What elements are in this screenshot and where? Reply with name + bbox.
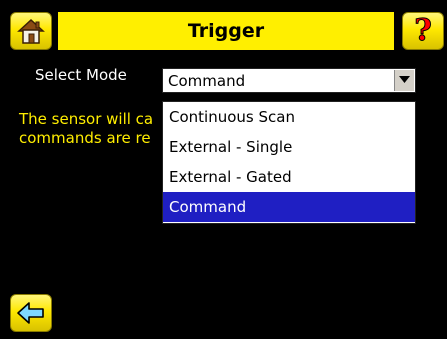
dropdown-option-external-single[interactable]: External - Single [163, 132, 415, 162]
mode-description-line: The sensor will ca [19, 110, 154, 128]
dropdown-option-continuous-scan[interactable]: Continuous Scan [163, 102, 415, 132]
mode-select-arrow[interactable] [394, 70, 414, 91]
back-button[interactable] [10, 294, 52, 332]
dropdown-option-external-gated[interactable]: External - Gated [163, 162, 415, 192]
page-title: Trigger [187, 20, 265, 42]
title-bar: Trigger ? [10, 12, 444, 50]
help-icon: ? [414, 13, 433, 48]
back-arrow-icon [17, 302, 44, 324]
title-band: Trigger [58, 12, 394, 50]
home-icon [17, 18, 45, 44]
mode-description: The sensor will ca commands are re [19, 110, 153, 148]
chevron-down-icon [399, 76, 410, 83]
home-button[interactable] [10, 12, 52, 50]
mode-select[interactable]: Command [162, 68, 416, 93]
mode-select-value: Command [168, 72, 246, 90]
select-mode-label: Select Mode [35, 66, 127, 84]
help-button[interactable]: ? [402, 12, 444, 50]
dropdown-option-command[interactable]: Command [163, 192, 415, 222]
mode-description-line: commands are re [19, 129, 151, 147]
mode-dropdown-list: Continuous Scan External - Single Extern… [162, 101, 416, 224]
